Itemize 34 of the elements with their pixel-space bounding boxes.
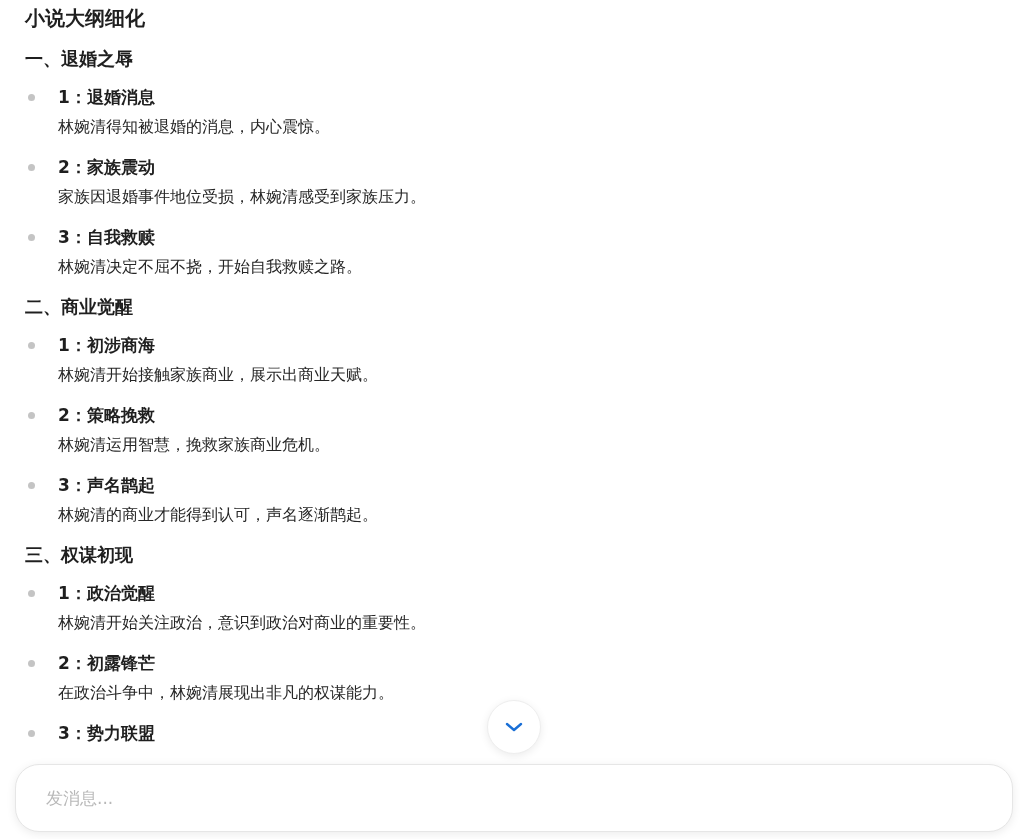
message-input-field[interactable]: 发消息... <box>44 787 984 809</box>
section-heading: 二、商业觉醒 <box>25 295 134 319</box>
bullet-icon <box>28 412 35 419</box>
item-description: 林婉清开始接触家族商业，展示出商业天赋。 <box>58 364 378 386</box>
bullet-icon <box>28 660 35 667</box>
scroll-down-button[interactable] <box>487 700 541 754</box>
section-heading: 一、退婚之辱 <box>25 47 134 71</box>
bullet-icon <box>28 590 35 597</box>
item-description: 家族因退婚事件地位受损，林婉清感受到家族压力。 <box>58 186 426 208</box>
item-description: 林婉清决定不屈不挠，开始自我救赎之路。 <box>58 256 362 278</box>
item-title: 3：声名鹊起 <box>58 474 156 497</box>
bullet-icon <box>28 164 35 171</box>
item-title: 3：势力联盟 <box>58 722 155 745</box>
item-description: 林婉清得知被退婚的消息，内心震惊。 <box>58 116 330 138</box>
item-title: 1：政治觉醒 <box>58 582 156 605</box>
item-description: 在政治斗争中，林婉清展现出非凡的权谋能力。 <box>58 682 394 704</box>
bullet-icon <box>28 94 35 101</box>
item-description: 林婉清运用智慧，挽救家族商业危机。 <box>58 434 330 456</box>
item-title: 3：自我救赎 <box>58 226 156 249</box>
chevron-down-icon <box>505 722 523 732</box>
message-box[interactable]: 发消息... <box>15 764 1013 832</box>
item-title: 2：初露锋芒 <box>58 652 156 675</box>
bullet-icon <box>28 342 35 349</box>
item-title: 1：初涉商海 <box>58 334 156 357</box>
section-heading: 三、权谋初现 <box>25 543 134 567</box>
item-description: 林婉清开始关注政治，意识到政治对商业的重要性。 <box>58 612 426 634</box>
item-title: 2：家族震动 <box>58 156 156 179</box>
item-title: 1：退婚消息 <box>58 86 156 109</box>
item-title: 2：策略挽救 <box>58 404 156 427</box>
bullet-icon <box>28 482 35 489</box>
bullet-icon <box>28 234 35 241</box>
bullet-icon <box>28 730 35 737</box>
page-title: 小说大纲细化 <box>25 5 146 32</box>
item-description: 林婉清的商业才能得到认可，声名逐渐鹊起。 <box>58 504 378 526</box>
